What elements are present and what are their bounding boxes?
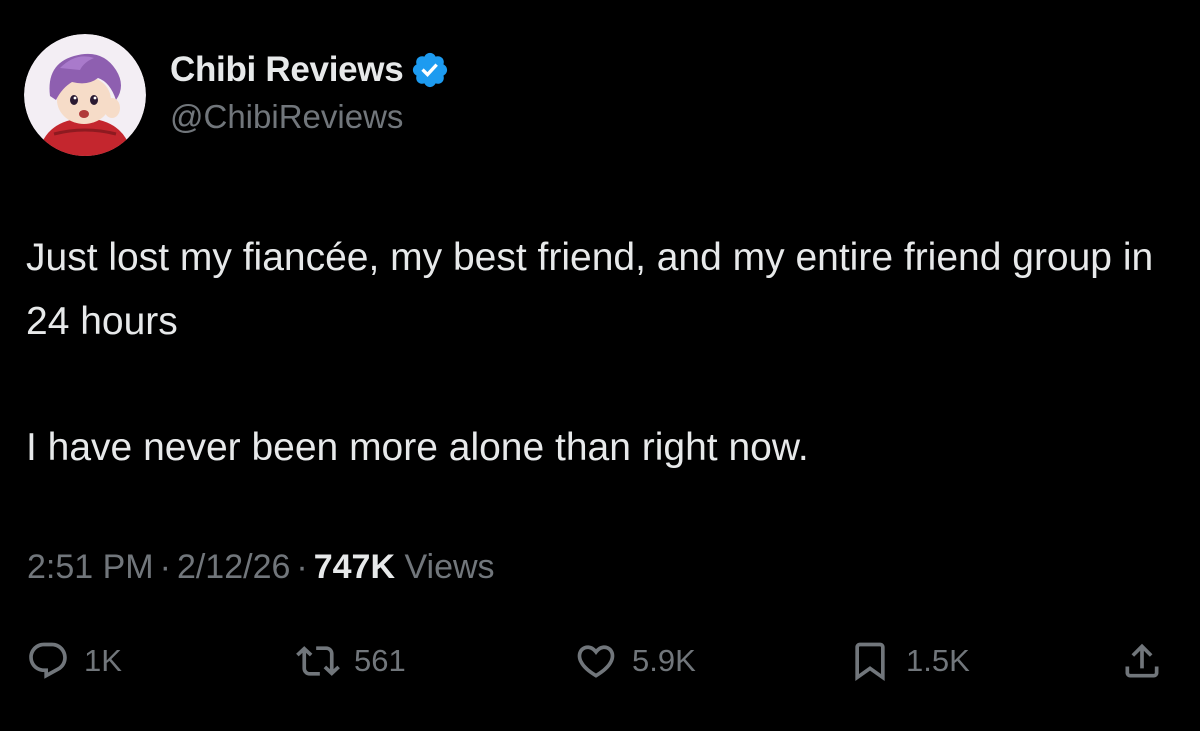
views-label: Views — [404, 548, 495, 586]
author-avatar[interactable] — [24, 34, 146, 156]
verified-badge-icon[interactable] — [410, 50, 450, 90]
bookmark-button[interactable]: 1.5K — [848, 633, 970, 689]
meta-separator: · — [159, 548, 171, 586]
retweet-count: 561 — [354, 643, 406, 678]
tweet-paragraph: Just lost my fiancée, my best friend, an… — [26, 236, 1154, 343]
share-icon — [1125, 643, 1159, 678]
heart-icon — [577, 645, 615, 678]
like-button[interactable]: 5.9K — [574, 633, 696, 689]
chibi-character-avatar-icon — [24, 34, 146, 156]
author-name-row: Chibi Reviews — [170, 48, 450, 92]
bookmark-icon — [855, 642, 885, 682]
views-count: 747K — [313, 548, 396, 586]
reply-button[interactable]: 1K — [26, 633, 122, 689]
tweet-time[interactable]: 2:51 PM — [27, 548, 154, 586]
reply-bubble-icon — [29, 642, 67, 679]
share-button[interactable] — [1120, 633, 1164, 689]
retweet-button[interactable]: 561 — [296, 633, 406, 689]
tweet-meta: 2:51 PM · 2/12/26 · 747K Views — [27, 548, 495, 587]
reply-count: 1K — [84, 643, 122, 678]
tweet-text: Just lost my fiancée, my best friend, an… — [26, 226, 1156, 480]
like-count: 5.9K — [632, 643, 696, 678]
bookmark-count: 1.5K — [906, 643, 970, 678]
meta-separator: · — [296, 548, 308, 586]
author-display-name[interactable]: Chibi Reviews — [170, 50, 404, 90]
retweet-icon — [296, 646, 340, 676]
tweet-paragraph: I have never been more alone than right … — [26, 426, 809, 469]
tweet-date[interactable]: 2/12/26 — [177, 548, 290, 586]
tweet-action-bar: 1K 561 5.9K 1.5K — [0, 633, 1200, 689]
author-handle[interactable]: @ChibiReviews — [170, 98, 403, 136]
